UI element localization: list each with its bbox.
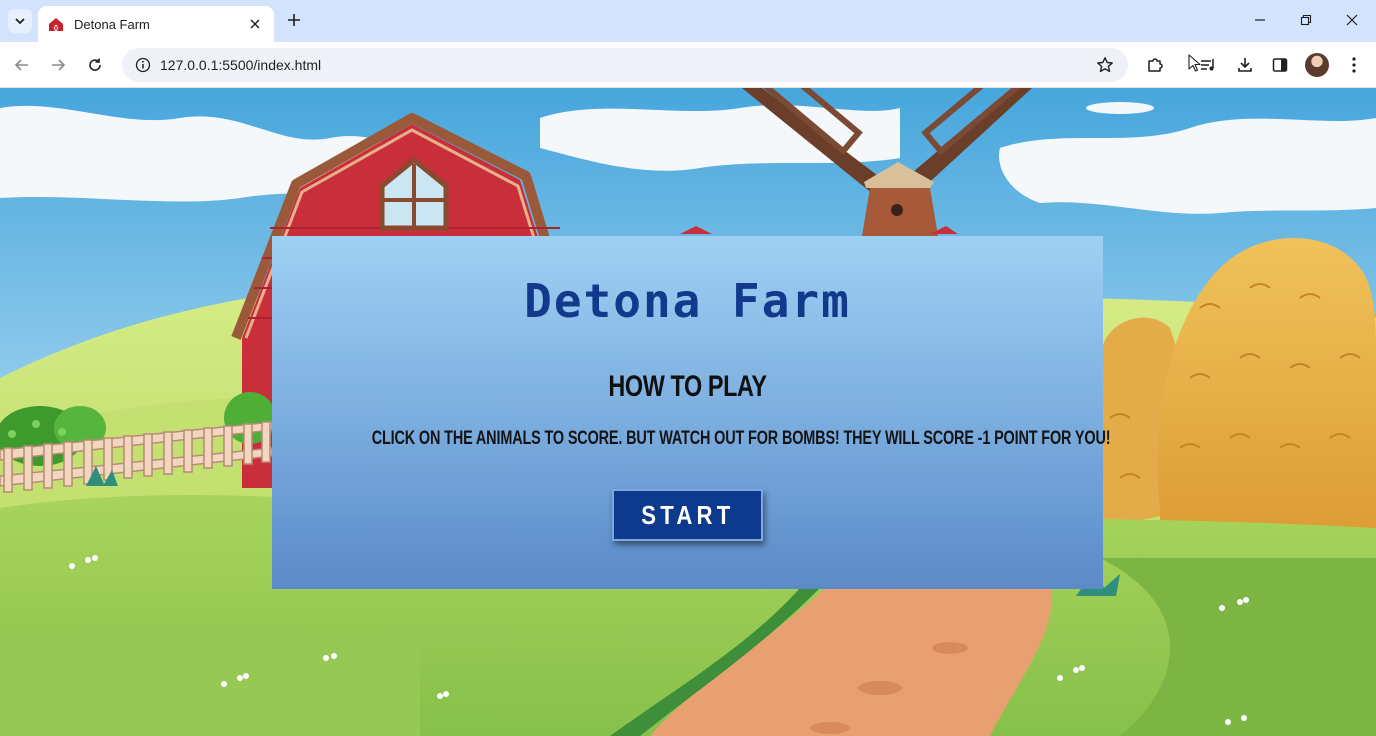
address-bar[interactable]: 127.0.0.1:5500/index.html: [122, 48, 1128, 82]
close-window-button[interactable]: [1338, 8, 1366, 32]
back-button[interactable]: [9, 52, 35, 78]
tab-title: Detona Farm: [74, 16, 150, 32]
restore-icon: [1300, 14, 1312, 26]
browser-menu-button[interactable]: [1341, 52, 1367, 78]
media-controls-button[interactable]: [1186, 52, 1220, 78]
url-text[interactable]: 127.0.0.1:5500/index.html: [160, 57, 1094, 73]
how-to-play-heading: HOW TO PLAY: [608, 370, 767, 403]
profile-avatar[interactable]: [1305, 53, 1329, 77]
restore-button[interactable]: [1292, 8, 1320, 32]
minimize-icon: [1255, 19, 1265, 21]
instructions-text: CLICK ON THE ANIMALS TO SCORE. BUT WATCH…: [371, 428, 1111, 449]
arrow-right-icon: [52, 59, 66, 71]
browser-toolbar: 127.0.0.1:5500/index.html: [0, 42, 1376, 88]
minimize-button[interactable]: [1246, 8, 1274, 32]
new-tab-button[interactable]: [284, 10, 304, 30]
kebab-menu-icon: [1352, 57, 1356, 73]
close-icon: [250, 19, 260, 29]
downloads-button[interactable]: [1232, 52, 1258, 78]
game-title: Detona Farm: [524, 274, 851, 328]
barn-icon: [48, 16, 64, 32]
chevron-down-icon: [15, 18, 25, 25]
tab-close-button[interactable]: [246, 15, 264, 33]
tab-search-button[interactable]: [8, 9, 32, 33]
reload-button[interactable]: [82, 52, 108, 78]
active-tab[interactable]: Detona Farm: [38, 6, 274, 42]
info-icon[interactable]: [134, 56, 152, 74]
arrow-left-icon: [14, 59, 28, 71]
tab-strip: Detona Farm: [0, 0, 1376, 42]
start-button-label: START: [640, 499, 735, 530]
puzzle-icon: [1148, 58, 1163, 72]
download-icon: [1238, 58, 1252, 72]
start-screen-panel: Detona Farm HOW TO PLAY CLICK ON THE ANI…: [272, 236, 1111, 589]
side-panel-button[interactable]: [1267, 52, 1293, 78]
forward-button[interactable]: [45, 52, 71, 78]
start-button[interactable]: START: [612, 489, 763, 541]
close-window-icon: [1346, 14, 1358, 26]
side-panel-icon: [1272, 58, 1288, 72]
extensions-button[interactable]: [1142, 52, 1168, 78]
page-viewport: Detona Farm HOW TO PLAY CLICK ON THE ANI…: [0, 88, 1376, 736]
reload-icon: [89, 58, 101, 71]
media-controls-icon: [1188, 54, 1214, 72]
plus-icon: [288, 14, 300, 26]
star-icon[interactable]: [1094, 54, 1116, 76]
